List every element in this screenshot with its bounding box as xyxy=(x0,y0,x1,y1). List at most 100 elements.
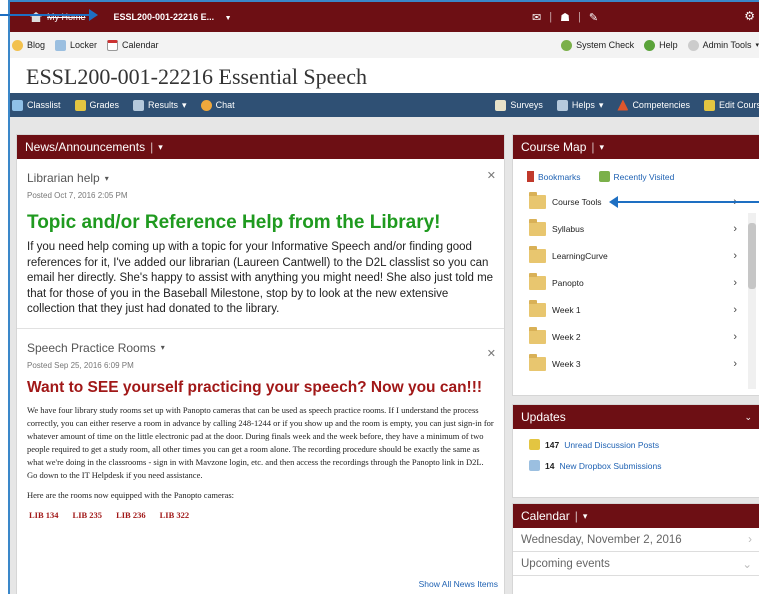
course-map-item[interactable]: Syllabus › xyxy=(529,215,739,242)
upcoming-events-label: Upcoming events xyxy=(521,557,610,570)
show-all-news-link[interactable]: Show All News Items xyxy=(419,579,498,589)
subscription-alert-icon[interactable]: ☗ xyxy=(560,11,570,24)
news-header: News/Announcements | ▾ xyxy=(17,135,504,159)
recently-visited-link[interactable]: Recently Visited xyxy=(598,171,675,182)
news-widget: News/Announcements | ▾ Librarian help ▾ … xyxy=(16,134,505,594)
news-item-title[interactable]: Speech Practice Rooms ▾ xyxy=(27,341,504,355)
gear-icon[interactable]: ⚙ xyxy=(744,9,755,23)
course-map-item-label: Syllabus xyxy=(552,223,585,234)
nav-helps[interactable]: Helps ▾ xyxy=(556,99,603,111)
nav-results[interactable]: Results ▾ xyxy=(133,99,187,111)
room-label: LIB 134 xyxy=(29,509,59,520)
blog-link[interactable]: Blog xyxy=(12,39,46,51)
results-icon xyxy=(133,99,145,111)
blog-icon xyxy=(12,39,23,51)
course-map-item-label: Week 2 xyxy=(552,331,581,342)
course-map-item[interactable]: Panopto › xyxy=(529,269,739,296)
close-icon[interactable]: ✕ xyxy=(487,169,496,182)
course-map-links: Bookmarks Recently Visited xyxy=(527,171,759,182)
bookmarks-label: Bookmarks xyxy=(538,171,581,182)
calendar-icon xyxy=(107,39,119,51)
nav-competencies[interactable]: Competencies xyxy=(617,99,690,111)
scrollbar-thumb[interactable] xyxy=(748,223,756,289)
surveys-icon xyxy=(495,99,507,111)
nav-helps-label: Helps xyxy=(571,100,595,110)
chevron-down-icon[interactable]: ▾ xyxy=(105,174,109,183)
admin-tools-menu[interactable]: Admin Tools ▾ xyxy=(687,39,759,51)
browser-frame: My Home ESSL200-001-22216 E... ▼ ✉ | ☗ | ✎… xyxy=(8,0,759,594)
close-icon[interactable]: ✕ xyxy=(487,347,496,360)
dropbox-link[interactable]: New Dropbox Submissions xyxy=(559,461,661,471)
system-check-label: System Check xyxy=(576,40,635,50)
bookmark-icon xyxy=(527,171,534,182)
chevron-down-icon[interactable]: ▾ xyxy=(161,343,165,352)
news-posted-date: Posted Sep 25, 2016 6:09 PM xyxy=(27,360,134,370)
course-map-item[interactable]: LearningCurve › xyxy=(529,242,739,269)
blog-label: Blog xyxy=(27,40,46,50)
calendar-title: Calendar xyxy=(521,509,570,523)
news-body: We have four library study rooms set up … xyxy=(27,404,494,480)
calendar-date: Wednesday, November 2, 2016 xyxy=(521,533,682,546)
chevron-down-icon[interactable]: ▾ xyxy=(158,142,163,153)
folder-icon xyxy=(529,299,546,317)
chevron-down-icon: ▼ xyxy=(224,15,232,22)
upcoming-events-row[interactable]: Upcoming events ⌄ xyxy=(513,552,759,576)
rooms-list: LIB 134 LIB 235 LIB 236 LIB 322 xyxy=(29,510,504,520)
nav-classlist[interactable]: Classlist xyxy=(12,99,61,111)
course-navbar: Classlist Grades Results ▾ Chat Surveys … xyxy=(10,93,759,117)
message-alert-icon[interactable]: ✉ xyxy=(532,11,541,24)
folder-icon xyxy=(529,272,546,290)
calendar-label: Calendar xyxy=(122,40,159,50)
discussion-link[interactable]: Unread Discussion Posts xyxy=(564,440,659,450)
room-label: LIB 236 xyxy=(116,509,146,520)
homepage-canvas: News/Announcements | ▾ Librarian help ▾ … xyxy=(10,117,759,594)
course-selector[interactable]: ESSL200-001-22216 E... ▼ xyxy=(114,12,232,22)
check-icon xyxy=(561,39,573,51)
locker-link[interactable]: Locker xyxy=(55,39,97,51)
discussion-count: 147 xyxy=(545,439,560,450)
discussion-icon xyxy=(529,439,540,450)
chevron-down-icon[interactable]: ⌄ xyxy=(744,412,752,423)
help-link[interactable]: Help xyxy=(644,39,678,51)
calendar-date-row[interactable]: Wednesday, November 2, 2016 › xyxy=(513,528,759,552)
chevron-down-icon[interactable]: ▾ xyxy=(600,142,605,153)
nav-grades-label: Grades xyxy=(89,100,120,110)
news-header-title: News/Announcements xyxy=(25,140,146,154)
update-dropbox: 14 New Dropbox Submissions xyxy=(529,460,759,471)
classlist-icon xyxy=(12,99,23,111)
updates-widget: Updates ⌄ 147 Unread Discussion Posts 14… xyxy=(512,404,759,498)
rooms-intro: Here are the rooms now equipped with the… xyxy=(27,489,235,500)
secondary-nav: Blog Locker Calendar System Check Help A… xyxy=(10,32,759,58)
course-map-item[interactable]: Week 1 › xyxy=(529,296,739,323)
course-map-item-label: Week 1 xyxy=(552,304,581,315)
news-item-title[interactable]: Librarian help ▾ xyxy=(27,171,504,185)
chevron-down-icon[interactable]: ▾ xyxy=(583,511,588,522)
course-map-list: Course Tools › Syllabus › LearningCurve › P… xyxy=(513,188,759,377)
course-title: ESSL200-001-22216 Essential Speech xyxy=(26,64,367,89)
course-map-item[interactable]: Week 3 › xyxy=(529,350,739,377)
chevron-down-icon: ▾ xyxy=(182,99,187,110)
edit-course-icon xyxy=(703,99,715,111)
chevron-down-icon: ▾ xyxy=(755,42,759,49)
nav-edit-course[interactable]: Edit Cours xyxy=(703,99,759,111)
nav-chat[interactable]: Chat xyxy=(200,99,235,111)
course-map-item[interactable]: Week 2 › xyxy=(529,323,739,350)
room-label: LIB 322 xyxy=(159,509,190,520)
nav-grades[interactable]: Grades xyxy=(74,99,120,111)
chevron-right-icon: › xyxy=(733,357,737,370)
bookmarks-link[interactable]: Bookmarks xyxy=(527,171,581,182)
course-map-item-label: Week 3 xyxy=(552,358,581,369)
news-posted-date: Posted Oct 7, 2016 2:05 PM xyxy=(27,191,128,200)
news-body: If you need help coming up with a topic … xyxy=(27,241,494,315)
nav-surveys[interactable]: Surveys xyxy=(495,99,543,111)
course-map-item-label: LearningCurve xyxy=(552,250,608,261)
admin-tools-label: Admin Tools xyxy=(702,40,752,50)
calendar-link[interactable]: Calendar xyxy=(107,39,159,51)
update-alert-icon[interactable]: ✎ xyxy=(589,11,598,24)
competencies-icon xyxy=(617,99,629,111)
recently-visited-label: Recently Visited xyxy=(613,171,675,182)
chevron-right-icon: › xyxy=(733,222,737,235)
admin-icon xyxy=(687,39,699,51)
system-check-link[interactable]: System Check xyxy=(561,39,635,51)
minibar: My Home ESSL200-001-22216 E... ▼ ✉ | ☗ | ✎… xyxy=(10,2,759,32)
